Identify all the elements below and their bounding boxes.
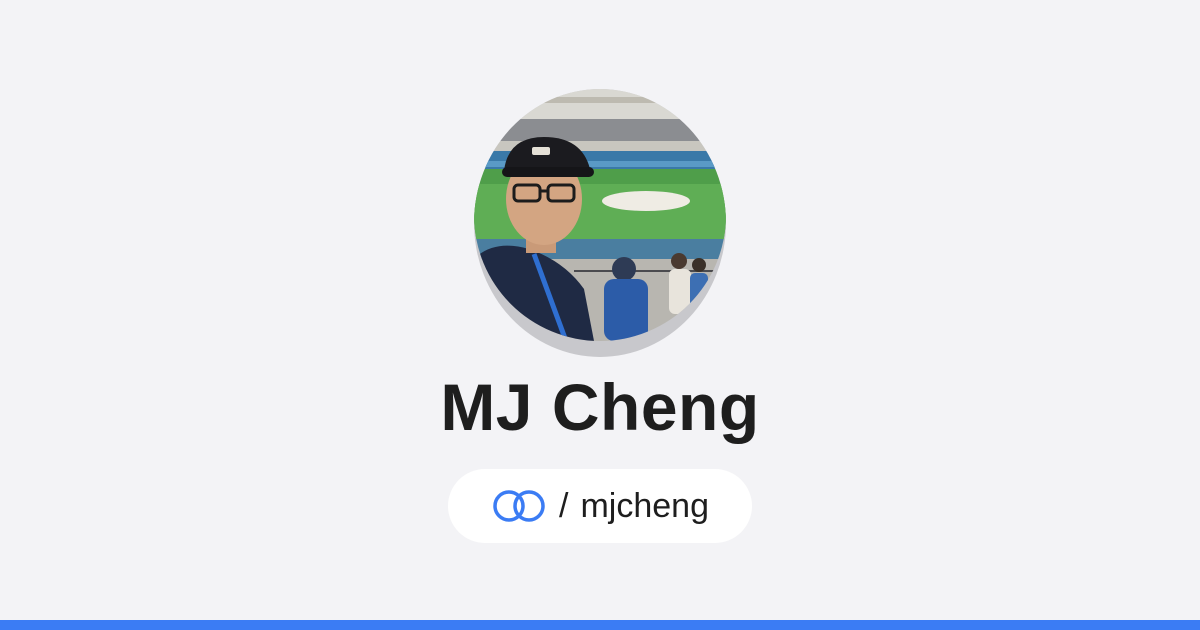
avatar[interactable] [474,89,726,341]
accent-bar [0,620,1200,630]
avatar-photo [474,89,726,341]
linked-rings-icon [493,490,545,522]
profile-handle-pill[interactable]: / mjcheng [448,469,752,543]
avatar-ring [474,89,726,357]
profile-name: MJ Cheng [440,370,760,444]
handle-prefix: / [559,486,569,525]
handle-text: mjcheng [580,486,709,525]
profile-card: MJ Cheng / mjcheng [0,0,1200,620]
